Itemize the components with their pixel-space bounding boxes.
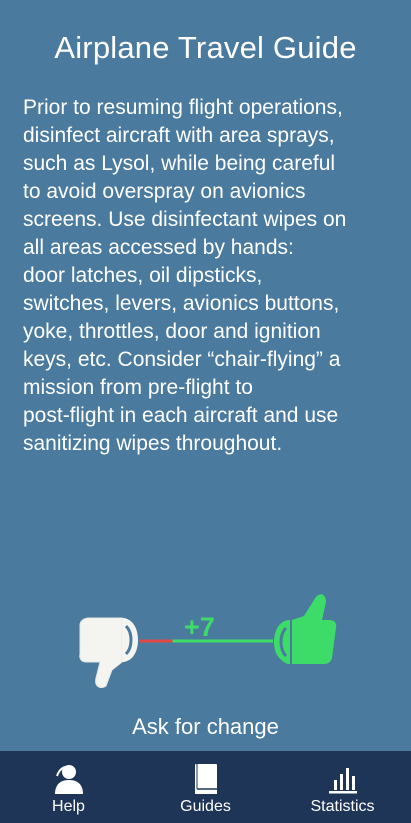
book-icon: [194, 764, 217, 794]
vote-score: +7: [184, 612, 215, 642]
page-title: Airplane Travel Guide: [54, 30, 357, 65]
bar-chart-icon: [328, 768, 357, 794]
thumbs-up-icon[interactable]: [274, 594, 337, 664]
nav-label-statistics: Statistics: [310, 798, 375, 815]
nav-label-guides: Guides: [180, 798, 231, 815]
nav-label-help: Help: [52, 798, 85, 815]
nav-item-help[interactable]: Help: [0, 751, 137, 823]
nav-item-statistics[interactable]: Statistics: [274, 751, 411, 823]
thumbs-down-icon[interactable]: [79, 617, 138, 689]
bottom-nav: Help Guides Statistics: [0, 751, 411, 823]
ask-for-change-button[interactable]: Ask for change: [0, 714, 411, 740]
guide-text: Prior to resuming flight operations, dis…: [23, 96, 347, 455]
help-person-icon: [54, 765, 83, 794]
nav-item-guides[interactable]: Guides: [137, 751, 274, 823]
vote-control: +7: [76, 590, 338, 695]
